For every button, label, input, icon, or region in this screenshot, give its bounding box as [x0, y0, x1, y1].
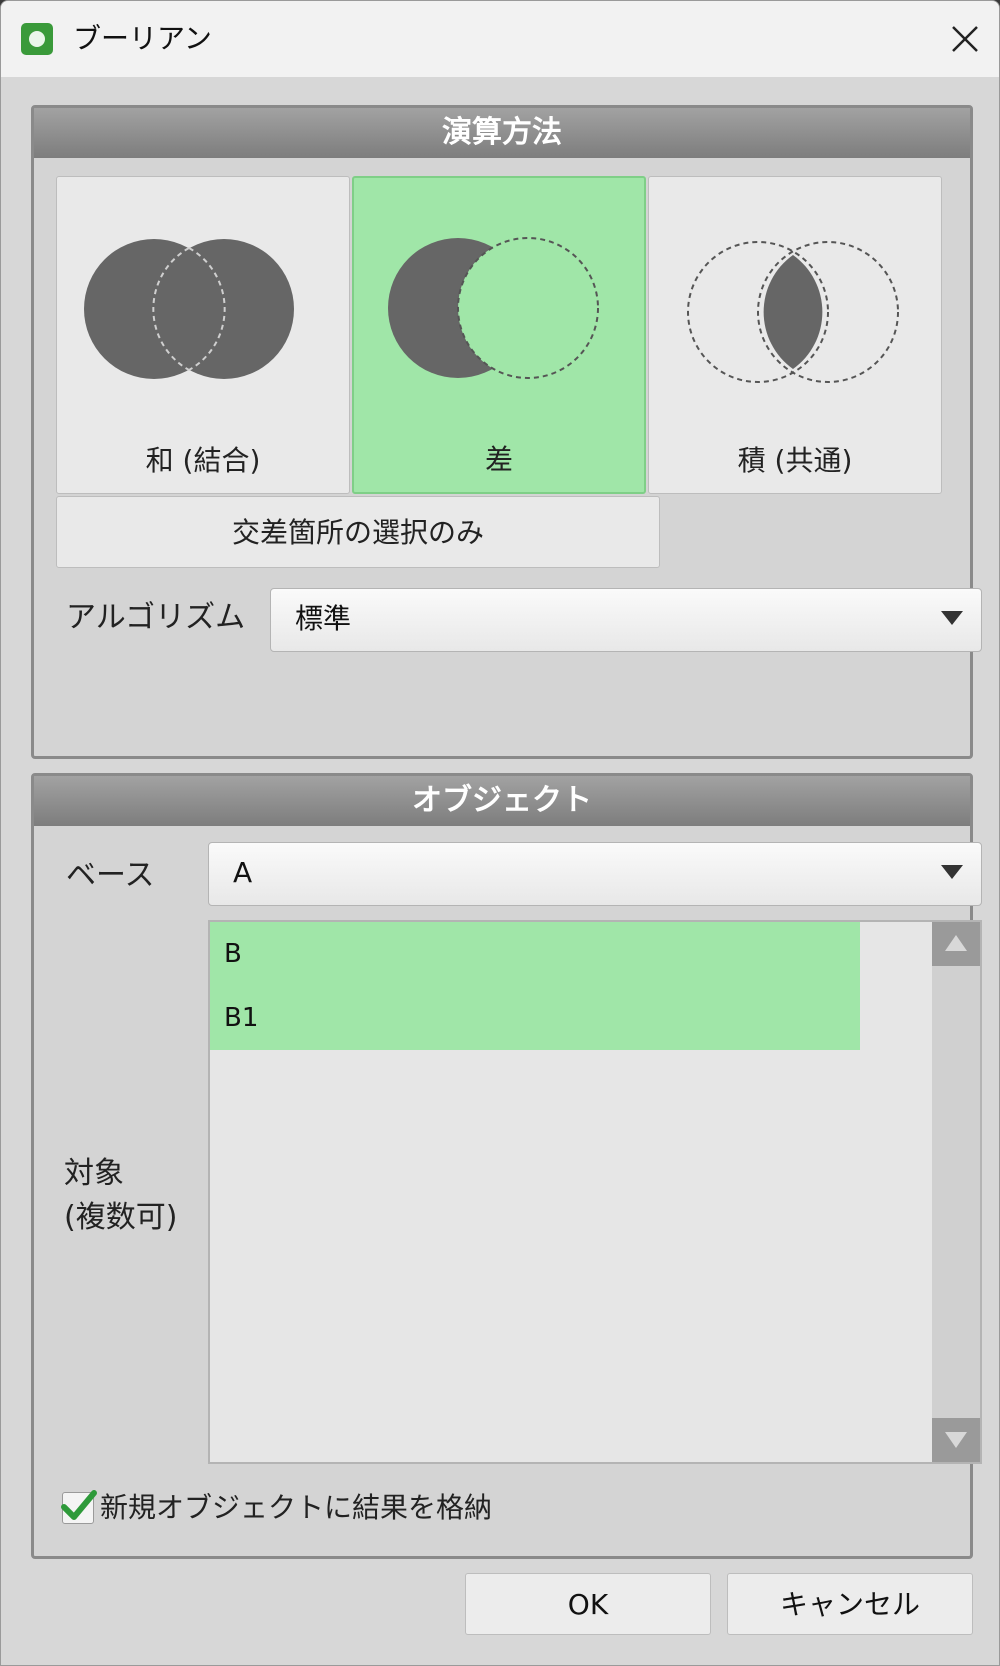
union-button[interactable]: 和 (結合) — [56, 176, 350, 494]
union-label: 和 (結合) — [145, 444, 261, 477]
operation-group-header: 演算方法 — [34, 108, 970, 158]
store-new-label: 新規オブジェクトに結果を格納 — [100, 1491, 493, 1524]
chevron-down-icon — [941, 611, 963, 625]
title-bar: ブーリアン — [1, 1, 999, 77]
list-item[interactable]: B — [210, 922, 860, 986]
boolean-dialog: ブーリアン 演算方法 和 (結合) 差 積 (共通) 交差箇所の選択のみ アルゴ… — [0, 0, 1000, 1666]
intersect-select-only-button[interactable]: 交差箇所の選択のみ — [56, 496, 660, 568]
close-button[interactable] — [947, 21, 983, 57]
base-label: ベース — [66, 858, 155, 893]
base-select[interactable]: A — [208, 842, 982, 906]
scroll-down-button[interactable] — [932, 1418, 980, 1462]
list-item[interactable]: B1 — [210, 986, 860, 1050]
base-value: A — [233, 856, 253, 889]
checkmark-icon — [61, 1490, 97, 1520]
close-icon — [952, 26, 978, 52]
scroll-up-button[interactable] — [932, 922, 980, 966]
intersection-button[interactable]: 積 (共通) — [648, 176, 942, 494]
scrollbar[interactable] — [932, 922, 980, 1462]
difference-button[interactable]: 差 — [352, 176, 646, 494]
store-new-checkbox[interactable] — [61, 1490, 97, 1524]
algorithm-value: 標準 — [295, 602, 352, 635]
object-group-header: オブジェクト — [34, 776, 970, 826]
target-listbox[interactable]: B B1 — [208, 920, 982, 1464]
target-label-line2: (複数可) — [64, 1200, 178, 1235]
algorithm-label: アルゴリズム — [66, 600, 246, 635]
intersection-label: 積 (共通) — [737, 444, 853, 477]
chevron-down-icon — [941, 865, 963, 879]
operation-group: 演算方法 和 (結合) 差 積 (共通) 交差箇所の選択のみ アルゴリズム 標準 — [31, 105, 982, 759]
algorithm-select[interactable]: 標準 — [270, 588, 982, 652]
cancel-button[interactable]: キャンセル — [727, 1573, 973, 1635]
ok-button[interactable]: OK — [465, 1573, 711, 1635]
target-label: 対象 (複数可) — [64, 1152, 177, 1240]
difference-label: 差 — [484, 443, 513, 476]
app-icon — [21, 23, 53, 55]
window-title: ブーリアン — [73, 22, 212, 55]
target-label-line1: 対象 — [64, 1156, 124, 1191]
object-group: オブジェクト ベース A 対象 (複数可) B B1 新規オブジェクトに結果を格… — [31, 773, 982, 1559]
